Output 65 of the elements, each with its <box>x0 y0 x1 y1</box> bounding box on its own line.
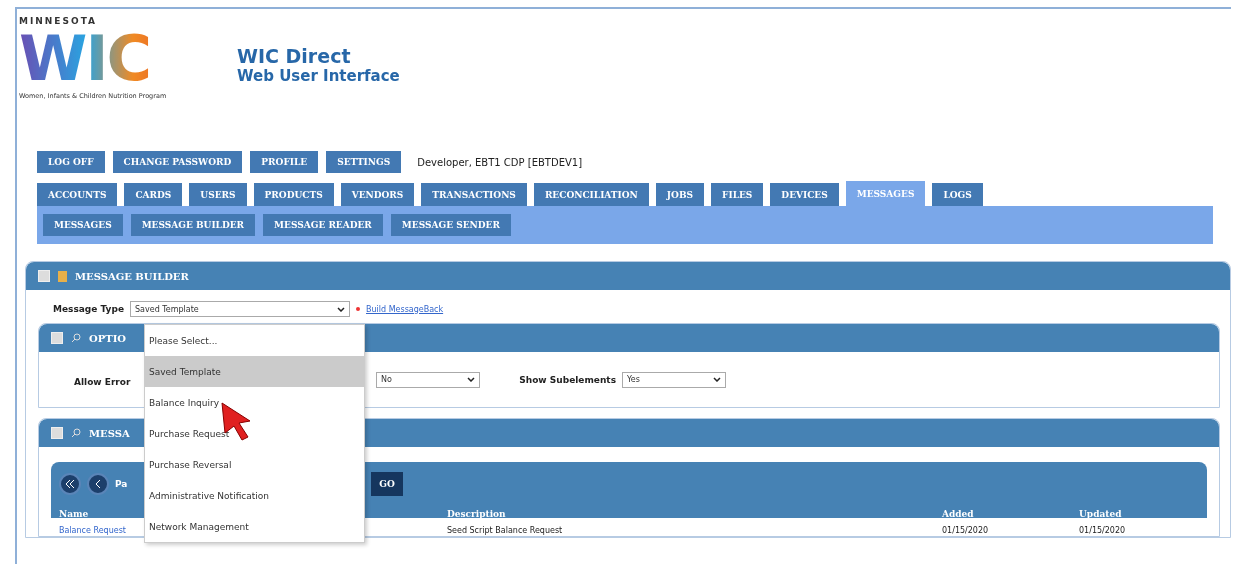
nav-tab[interactable]: ACCOUNTS <box>37 183 118 206</box>
nav-tab[interactable]: MESSAGES <box>845 181 926 206</box>
top-button[interactable]: PROFILE <box>250 151 319 173</box>
nav-tab[interactable]: LOGS <box>932 183 983 206</box>
nav-tab[interactable]: DEVICES <box>770 183 839 206</box>
subtab-button[interactable]: MESSAGES <box>43 214 123 236</box>
field-label: Show Subelements <box>518 374 616 385</box>
search-icon <box>71 428 81 438</box>
nav-tab[interactable]: RECONCILIATION <box>533 183 649 206</box>
column-header[interactable]: Description <box>447 508 506 519</box>
chevron-down-icon <box>467 377 475 382</box>
required-icon <box>356 307 360 311</box>
logo-state: MINNESOTA <box>19 16 99 26</box>
column-header[interactable]: Name <box>59 508 89 519</box>
dropdown-option[interactable]: Administrative Notification <box>145 480 364 511</box>
first-page-button[interactable] <box>59 473 81 495</box>
subtab-button[interactable]: MESSAGE READER <box>263 214 383 236</box>
subtab-button[interactable]: MESSAGE BUILDER <box>130 214 256 236</box>
dropdown-option[interactable]: Please Select... <box>145 325 364 356</box>
subtab-button[interactable]: MESSAGE SENDER <box>390 214 511 236</box>
top-button[interactable]: LOG OFF <box>37 151 105 173</box>
field-label: Allow Error <box>74 377 131 387</box>
nav-tab[interactable]: VENDORS <box>340 183 415 206</box>
column-header[interactable]: Added <box>942 508 974 519</box>
panel-title: OPTIO <box>89 332 127 344</box>
option-select[interactable]: No <box>376 371 480 388</box>
table-cell: 01/15/2020 <box>942 525 989 535</box>
panel-title: MESSAGE BUILDER <box>75 270 189 282</box>
collapse-icon[interactable] <box>38 270 50 282</box>
dropdown-option[interactable]: Saved Template <box>145 356 364 387</box>
collapse-icon[interactable] <box>51 427 63 439</box>
nav-tab[interactable]: PRODUCTS <box>253 183 334 206</box>
dropdown-option[interactable]: Purchase Request <box>145 418 364 449</box>
build-link[interactable]: Build MessageBack <box>366 304 444 314</box>
top-button[interactable]: CHANGE PASSWORD <box>112 151 243 173</box>
nav-tab[interactable]: JOBS <box>655 183 705 206</box>
nav-tab[interactable]: FILES <box>711 183 764 206</box>
panel-title: MESSA <box>89 427 130 439</box>
app-subtitle: Web User Interface <box>237 67 400 85</box>
message-type-select[interactable]: Saved Template <box>130 301 350 317</box>
user-name: Developer, EBT1 CDP [EBTDEV1] <box>417 156 583 168</box>
option-select[interactable]: Yes <box>622 371 726 388</box>
app-title: WIC Direct <box>237 45 352 67</box>
chevron-left-icon <box>95 480 101 488</box>
chevron-down-icon <box>713 377 721 382</box>
nav-tab[interactable]: TRANSACTIONS <box>421 183 527 206</box>
search-icon <box>71 333 81 343</box>
top-button[interactable]: SETTINGS <box>326 151 402 173</box>
dropdown-option[interactable]: Network Management <box>145 511 364 542</box>
field-label: Message Type <box>53 304 124 314</box>
nav-tab[interactable]: CARDS <box>124 183 183 206</box>
column-header[interactable]: Updated <box>1079 508 1122 519</box>
pager-label: Pa <box>115 479 129 489</box>
notepad-icon <box>58 270 67 282</box>
chevron-down-icon <box>337 306 345 312</box>
table-cell: 01/15/2020 <box>1079 525 1126 535</box>
table-cell: Seed Script Balance Request <box>447 525 563 535</box>
nav-tab[interactable]: USERS <box>189 183 247 206</box>
name-link[interactable]: Balance Request <box>59 525 126 535</box>
previous-page-button[interactable] <box>87 473 109 495</box>
dropdown-option[interactable]: Purchase Reversal <box>145 449 364 480</box>
double-chevron-left-icon <box>66 480 74 488</box>
collapse-icon[interactable] <box>51 332 63 344</box>
dropdown-option[interactable]: Balance Inquiry <box>145 387 364 418</box>
go-button[interactable]: GO <box>371 472 403 496</box>
